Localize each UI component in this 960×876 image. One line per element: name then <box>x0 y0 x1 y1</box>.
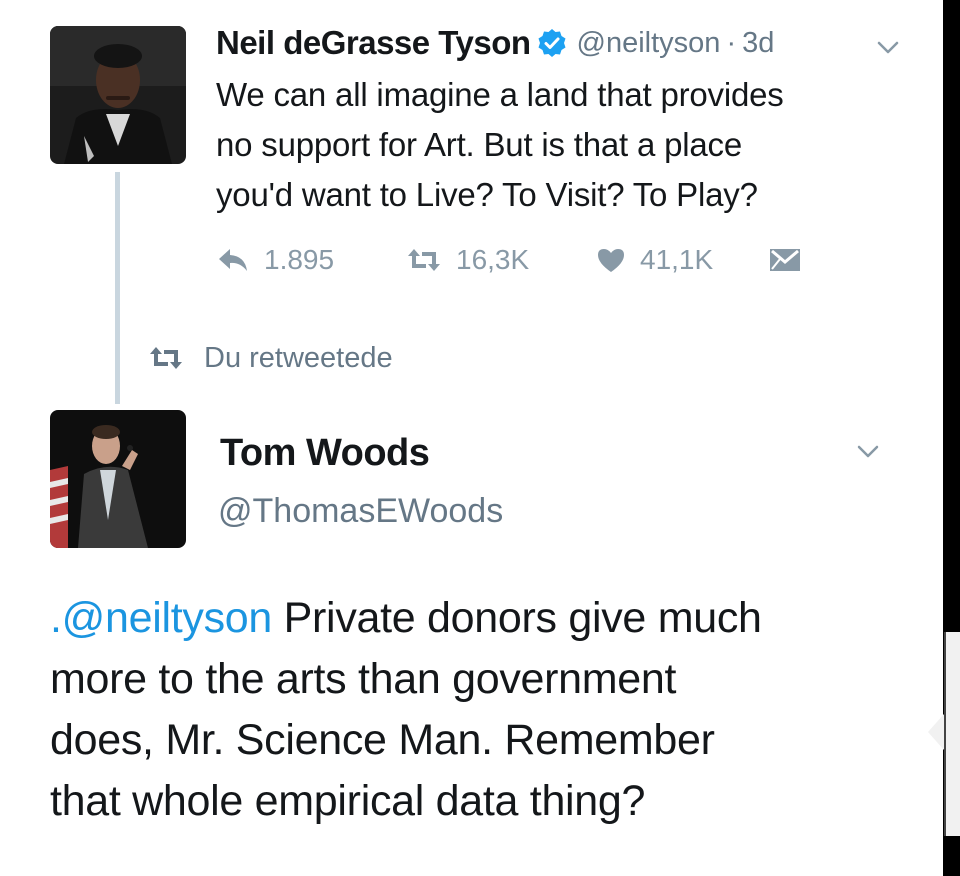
retweet-notice: Du retweetede <box>148 338 393 378</box>
avatar-tom-woods[interactable] <box>50 410 186 548</box>
side-panel-handle[interactable] <box>944 632 960 836</box>
reply-count: 1.895 <box>264 244 335 275</box>
tweet-text-line: .@neiltyson Private donors give much <box>50 588 930 649</box>
tweet-text-segment: Private donors give much <box>272 594 762 642</box>
thread-connector-line <box>115 172 120 404</box>
tweet-text-line: that whole empirical data thing? <box>50 777 646 825</box>
tweet-header: Neil deGrasse Tyson @neiltyson · 3d <box>216 20 774 66</box>
direct-message-icon <box>770 249 800 271</box>
avatar-neil-degrasse-tyson[interactable] <box>50 26 186 164</box>
chevron-down-icon[interactable] <box>856 444 880 460</box>
retweet-icon <box>408 249 440 271</box>
chevron-down-icon[interactable] <box>876 40 900 56</box>
retweet-button[interactable]: 16,3K <box>406 244 596 276</box>
tweet-timestamp[interactable]: 3d <box>742 27 774 60</box>
mention-link[interactable]: .@neiltyson <box>50 594 272 642</box>
tweet-actions: 1.895 16,3K 41,1K <box>216 240 802 280</box>
reply-button[interactable]: 1.895 <box>216 244 406 276</box>
retweet-notice-label: Du retweetede <box>204 341 393 374</box>
tweet-text-line: you'd want to Live? To Visit? To Play? <box>216 176 758 213</box>
retweet-count: 16,3K <box>456 244 530 275</box>
verified-badge-icon <box>537 28 567 58</box>
author-name[interactable]: Tom Woods <box>220 432 430 475</box>
tweet-screenshot: Neil deGrasse Tyson @neiltyson · 3d We c… <box>0 0 943 876</box>
retweet-icon <box>150 347 182 369</box>
tweet-text-line: does, Mr. Science Man. Remember <box>50 716 715 764</box>
separator-dot: · <box>726 26 737 59</box>
tweet-text-line: more to the arts than government <box>50 655 677 703</box>
tweet-text: We can all imagine a land that provides … <box>216 70 916 220</box>
author-handle[interactable]: @ThomasEWoods <box>218 492 503 531</box>
author-handle[interactable]: @neiltyson <box>577 27 721 60</box>
side-panel-notch <box>928 714 944 750</box>
like-count: 41,1K <box>640 244 714 275</box>
like-button[interactable]: 41,1K <box>596 244 768 276</box>
tweet-text-line: no support for Art. But is that a place <box>216 126 743 163</box>
direct-message-button[interactable] <box>768 247 802 273</box>
heart-icon <box>598 249 624 272</box>
tweet-text-line: We can all imagine a land that provides <box>216 76 784 113</box>
reply-icon <box>219 249 247 271</box>
author-name[interactable]: Neil deGrasse Tyson <box>216 24 531 62</box>
tweet-text: .@neiltyson Private donors give much mor… <box>50 588 930 832</box>
